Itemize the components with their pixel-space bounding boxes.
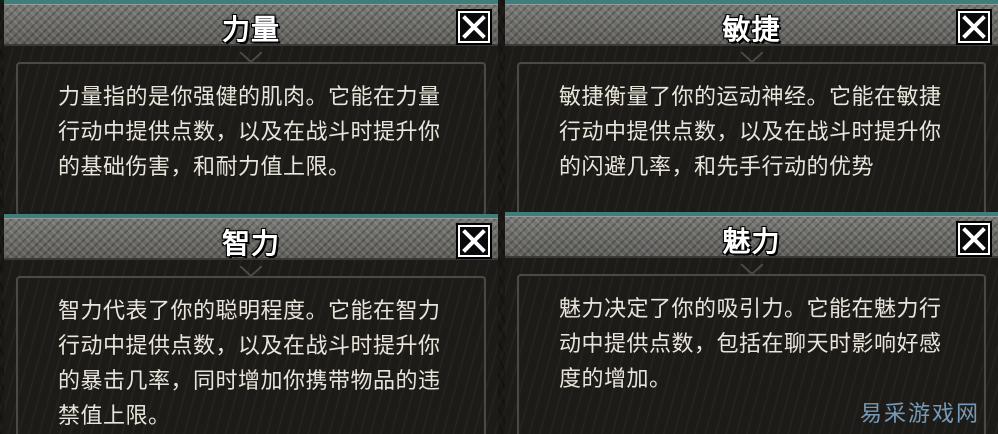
strength-title: 力量 — [221, 13, 280, 46]
intelligence-titlebar: 智力 — [4, 214, 498, 260]
agility-title: 敏捷 — [722, 13, 781, 46]
intelligence-panel: 智力 智力代表了你的聪明程度。它能在智力行动中提供点数，以及在战斗时提升你的暴击… — [4, 214, 498, 434]
agility-titlebar: 敏捷 — [505, 0, 998, 46]
intelligence-description: 智力代表了你的聪明程度。它能在智力行动中提供点数，以及在战斗时提升你的暴击几率，… — [58, 299, 441, 429]
strength-description: 力量指的是你强健的肌肉。它能在力量行动中提供点数，以及在战斗时提升你的基础伤害，… — [58, 85, 441, 180]
agility-panel: 敏捷 敏捷衡量了你的运动神经。它能在敏捷行动中提供点数，以及在战斗时提升你的闪避… — [505, 0, 998, 216]
close-icon[interactable] — [458, 225, 490, 257]
charisma-title: 魅力 — [722, 225, 781, 258]
stat-tooltip-screen: 力量 力量指的是你强健的肌肉。它能在力量行动中提供点数，以及在战斗时提升你的基础… — [0, 0, 998, 434]
close-icon[interactable] — [458, 11, 490, 43]
charisma-description: 魅力决定了你的吸引力。它能在魅力行动中提供点数，包括在聊天时影响好感度的增加。 — [559, 297, 942, 392]
close-icon[interactable] — [958, 11, 990, 43]
strength-titlebar: 力量 — [4, 0, 498, 46]
close-icon[interactable] — [958, 223, 990, 255]
charisma-titlebar: 魅力 — [505, 212, 998, 258]
intelligence-title: 智力 — [221, 227, 280, 260]
agility-description: 敏捷衡量了你的运动神经。它能在敏捷行动中提供点数，以及在战斗时提升你的闪避几率，… — [559, 85, 942, 180]
strength-panel: 力量 力量指的是你强健的肌肉。它能在力量行动中提供点数，以及在战斗时提升你的基础… — [4, 0, 498, 216]
watermark: 易采游戏网 — [859, 402, 980, 427]
